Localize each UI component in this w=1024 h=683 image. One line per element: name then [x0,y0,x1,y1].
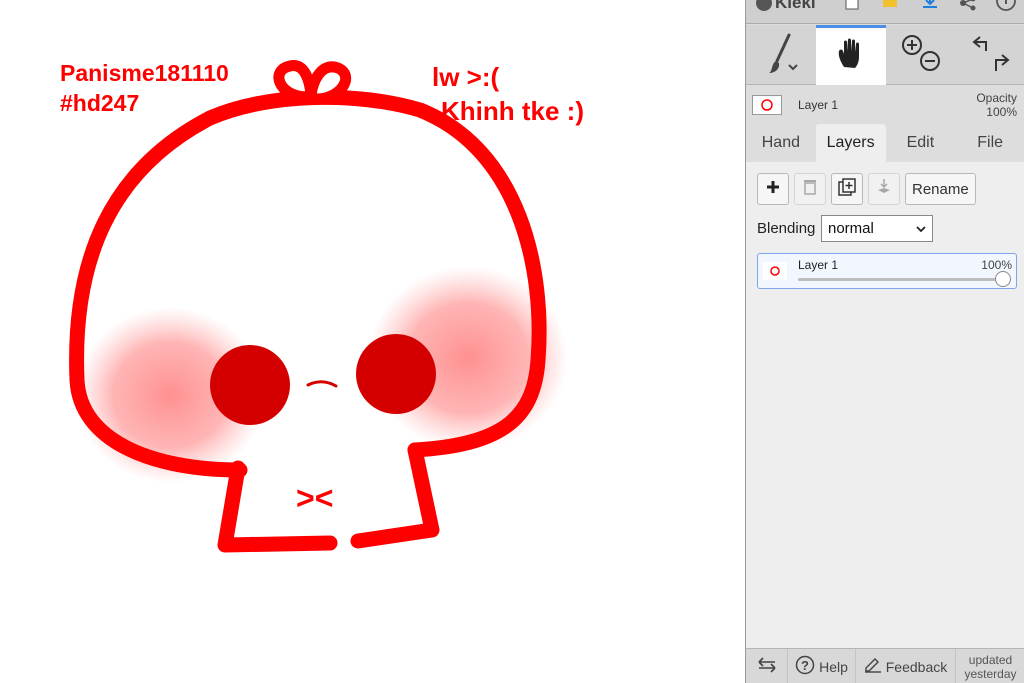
opacity-value: 100% [986,105,1017,119]
hand-tool[interactable] [816,25,886,85]
rename-layer-button[interactable]: Rename [905,173,976,205]
note-line2: Khinh tke :) [441,96,584,126]
app-brand[interactable]: Kleki [756,0,816,13]
zoom-tool[interactable] [886,25,956,85]
layer-thumbnail [763,262,787,280]
help-icon: ? [795,655,815,678]
right-leg [350,442,440,549]
help-button[interactable]: ? Help [788,649,856,683]
app-name: Kleki [775,0,816,12]
undo-redo[interactable] [956,25,1024,85]
layer-preview[interactable]: Layer 1 Opacity 100% [746,86,1024,124]
layer-list-item[interactable]: Layer 1 100% [757,253,1017,289]
side-panel: Kleki Layer 1 Opacity 100% Hand Layers E… [745,0,1024,683]
hand-icon [836,37,866,76]
merge-down-icon [876,178,892,200]
svg-text:?: ? [801,658,809,673]
help-label: Help [819,658,848,675]
tool-bar [746,25,1024,85]
updated-info[interactable]: updated yesterday [956,649,1024,683]
undo-redo-icon [966,31,1016,80]
feedback-icon [864,657,882,676]
layer-opacity-track[interactable] [798,278,1005,281]
layer-opacity: 100% [981,258,1012,272]
blending-value: normal [828,220,874,237]
layer-preview-thumbnail [752,95,782,115]
duplicate-icon [838,178,856,200]
face-text: >< [296,480,333,516]
tab-hand[interactable]: Hand [746,124,816,162]
left-eye [210,345,290,425]
tab-file[interactable]: File [955,124,1024,162]
export-icon[interactable] [920,0,940,14]
bow [273,60,352,105]
share-icon[interactable] [958,0,978,14]
layers-panel: Rename Blending normal Layer 1 100% [746,162,1024,648]
opacity-label: Opacity [976,91,1017,105]
blending-label: Blending [757,220,816,237]
layer-actions: Rename [757,173,976,205]
brush-tool[interactable] [746,25,816,85]
bottom-bar: ? Help Feedback updated yesterday [746,648,1024,683]
feedback-label: Feedback [885,658,948,675]
top-toolbar: Kleki [746,0,1024,24]
note-line1: lw >:( [432,62,500,92]
delete-layer-button[interactable] [794,173,826,205]
layer-preview-name: Layer 1 [798,98,839,112]
tag-text: #hd247 [60,90,139,116]
import-icon[interactable] [880,0,900,14]
plus-icon [766,180,780,198]
swap-side-button[interactable] [746,649,788,683]
info-icon[interactable] [996,0,1016,14]
mouth [306,380,338,388]
panel-tabs: Hand Layers Edit File [746,124,1024,162]
author-text: Panisme181110 [60,60,229,86]
canvas-artwork: Panisme181110 #hd247 lw >:( Khinh tke :)… [60,60,584,553]
layer-preview-opacity: Opacity 100% [976,91,1017,119]
updated-line1: updated [968,652,1013,667]
layer-opacity-slider-handle[interactable] [995,271,1011,287]
feedback-button[interactable]: Feedback [856,649,956,683]
chevron-down-icon [916,220,926,237]
layer-name: Layer 1 [798,258,839,272]
brush-icon [761,31,801,80]
drawing-canvas[interactable]: Panisme181110 #hd247 lw >:( Khinh tke :)… [0,0,745,683]
duplicate-layer-button[interactable] [831,173,863,205]
tab-layers[interactable]: Layers [815,124,886,162]
trash-icon [803,179,817,199]
new-image-icon[interactable] [842,0,862,14]
right-eye [356,334,436,414]
blending-select[interactable]: normal [821,215,933,242]
merge-layer-button[interactable] [868,173,900,205]
swap-arrows-icon [757,657,777,676]
tab-edit[interactable]: Edit [886,124,956,162]
kleki-logo-icon [756,0,772,11]
add-layer-button[interactable] [757,173,789,205]
updated-line2: yesterday [964,666,1017,681]
zoom-in-out-icon [896,31,946,80]
